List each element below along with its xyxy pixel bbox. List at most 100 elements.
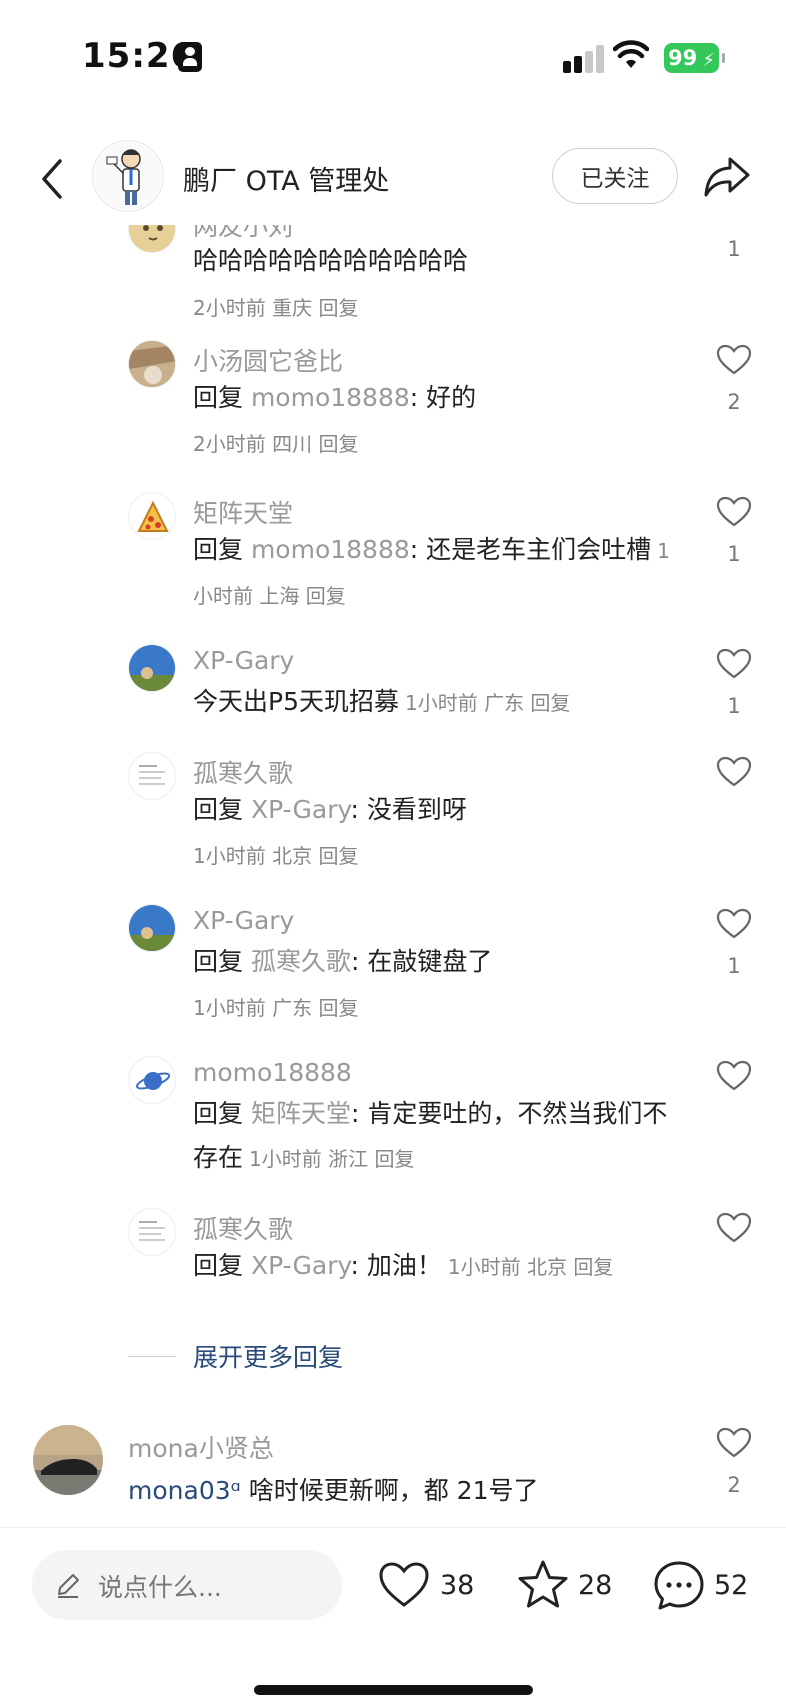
share-icon[interactable] xyxy=(702,153,752,201)
reply-avatar[interactable] xyxy=(128,225,176,253)
cellular-signal-icon xyxy=(563,45,605,73)
reply-to-user[interactable]: momo18888 xyxy=(251,383,410,412)
reply-meta[interactable]: 1小时前 北京 回复 xyxy=(193,840,358,869)
like-count: 2 xyxy=(727,390,741,414)
reply-meta[interactable]: 2小时前 重庆 回复 xyxy=(193,292,358,321)
like-button[interactable] xyxy=(714,1060,754,1092)
status-bar: 15:26 99 ⚡ xyxy=(0,0,786,110)
comment-avatar[interactable] xyxy=(33,1425,103,1495)
reply-author[interactable]: XP-Gary xyxy=(193,906,294,935)
back-chevron-icon[interactable] xyxy=(36,157,70,201)
reply-avatar[interactable] xyxy=(128,340,176,388)
reply-meta[interactable]: 1小时前 广东 回复 xyxy=(193,992,358,1021)
reply-meta[interactable]: 1小时前 北京 回复 xyxy=(448,1255,613,1279)
reply-avatar[interactable] xyxy=(128,644,176,692)
heart-icon xyxy=(716,908,752,939)
reply-avatar[interactable] xyxy=(128,1056,176,1104)
expand-more-label[interactable]: 展开更多回复 xyxy=(193,1338,343,1374)
comment-bubble-icon xyxy=(654,1561,704,1610)
pizza-avatar-icon xyxy=(137,500,169,532)
like-button[interactable]: 2 xyxy=(714,344,754,414)
reply-to-user[interactable]: 孤寒久歌 xyxy=(251,947,351,976)
reply-text: 回复 momo18888: 还是老车主们会吐槽 1小时前 上海 回复 xyxy=(193,528,673,618)
reply-author[interactable]: 矩阵天堂 xyxy=(193,494,293,530)
cartoon-man-avatar-icon xyxy=(106,149,141,205)
reply-avatar[interactable] xyxy=(128,904,176,952)
like-post-button[interactable]: 38 xyxy=(378,1553,478,1617)
reply-meta[interactable]: 1小时前 广东 回复 xyxy=(405,691,570,715)
reply-body: : 加油！ xyxy=(350,1251,442,1280)
reply-author[interactable]: 小汤圆它爸比 xyxy=(193,342,343,378)
like-count: 2 xyxy=(727,1473,741,1497)
heart-icon xyxy=(379,1562,429,1607)
divider xyxy=(128,1356,176,1357)
reply-text: 回复 momo18888: 好的 xyxy=(193,376,673,420)
like-button[interactable]: 2 xyxy=(714,1427,754,1497)
photo-avatar-icon xyxy=(129,341,175,387)
like-count: 1 xyxy=(727,237,741,261)
comment-text: mona03ᵅ 啥时候更新啊，都 21号了 xyxy=(128,1471,538,1507)
reply-author[interactable]: momo18888 xyxy=(193,1058,352,1087)
follow-button[interactable]: 已关注 xyxy=(552,148,678,204)
like-count: 1 xyxy=(727,694,741,718)
author-avatar[interactable] xyxy=(92,140,164,212)
reply-text: 回复 XP-Gary: 加油！ 1小时前 北京 回复 xyxy=(193,1244,713,1289)
reply-author[interactable]: 孤寒久歌 xyxy=(193,754,293,790)
document-avatar-icon xyxy=(137,761,169,793)
battery-indicator: 99 ⚡ xyxy=(664,43,725,73)
cat-avatar-icon xyxy=(129,225,175,252)
document-avatar-icon xyxy=(137,1217,169,1249)
reply-body: : 还是老车主们会吐槽 xyxy=(409,535,652,564)
like-button[interactable]: 1 xyxy=(714,908,754,978)
heart-icon xyxy=(716,496,752,527)
home-indicator[interactable] xyxy=(254,1685,533,1695)
heart-icon xyxy=(716,1427,752,1458)
pencil-icon xyxy=(58,1574,79,1598)
like-button[interactable]: 1 xyxy=(714,225,754,261)
reply-avatar[interactable] xyxy=(128,752,176,800)
reply-to-user[interactable]: 矩阵天堂 xyxy=(251,1099,351,1128)
heart-icon xyxy=(716,648,752,679)
reply-body: : 好的 xyxy=(409,383,477,412)
mention-link[interactable]: mona03ᵅ xyxy=(128,1476,241,1505)
reply-text: 回复 孤寒久歌: 在敲键盘了 xyxy=(193,940,673,984)
reply-body: 哈哈哈哈哈哈哈哈哈哈哈 xyxy=(193,246,469,275)
reply-text: 回复 XP-Gary: 没看到呀 xyxy=(193,788,673,832)
heart-icon xyxy=(716,1060,752,1091)
reply-prefix: 回复 xyxy=(193,535,251,564)
comment-input-placeholder: 说点什么... xyxy=(98,1573,222,1602)
planet-avatar-icon xyxy=(135,1072,171,1090)
reply-text: 哈哈哈哈哈哈哈哈哈哈哈 xyxy=(193,239,673,283)
reply-text: 回复 矩阵天堂: 肯定要吐的，不然当我们不存在 1小时前 浙江 回复 xyxy=(193,1092,673,1181)
reply-to-user[interactable]: XP-Gary xyxy=(251,795,351,824)
contact-card-icon xyxy=(178,42,202,72)
reply-avatar[interactable] xyxy=(128,492,176,540)
like-count: 38 xyxy=(440,1570,475,1601)
reply-meta[interactable]: 1小时前 浙江 回复 xyxy=(249,1147,414,1171)
like-button[interactable]: 1 xyxy=(714,496,754,566)
reply-body: : 没看到呀 xyxy=(350,795,467,824)
reply-meta[interactable]: 2小时前 四川 回复 xyxy=(193,428,358,457)
reply-to-user[interactable]: momo18888 xyxy=(251,535,410,564)
reply-avatar[interactable] xyxy=(128,1208,176,1256)
like-button[interactable] xyxy=(714,756,754,788)
heart-icon xyxy=(716,344,752,375)
reply-author[interactable]: 孤寒久歌 xyxy=(193,1210,293,1246)
comment-body: 啥时候更新啊，都 21号了 xyxy=(240,1476,539,1505)
comment-author[interactable]: mona小贤总 xyxy=(128,1429,274,1465)
author-name[interactable]: 鹏厂 OTA 管理处 xyxy=(183,159,389,198)
comment-replies-list[interactable]: 网友小刘 哈哈哈哈哈哈哈哈哈哈哈 2小时前 重庆 回复 1 小汤圆它爸比 回复 … xyxy=(0,225,786,1527)
reply-prefix: 回复 xyxy=(193,383,251,412)
like-button[interactable] xyxy=(714,1212,754,1244)
like-button[interactable]: 1 xyxy=(714,648,754,718)
reply-to-user[interactable]: XP-Gary xyxy=(251,1251,351,1280)
heart-icon xyxy=(716,1212,752,1243)
comment-button[interactable]: 52 xyxy=(652,1553,762,1617)
battery-level: 99 xyxy=(668,46,698,70)
star-icon xyxy=(518,1560,568,1608)
car-photo-avatar-icon xyxy=(33,1425,103,1495)
comment-input[interactable]: 说点什么... xyxy=(32,1550,342,1620)
reply-body: 今天出P5天玑招募 xyxy=(193,687,399,716)
favorite-button[interactable]: 28 xyxy=(516,1553,616,1617)
reply-author[interactable]: XP-Gary xyxy=(193,646,294,675)
